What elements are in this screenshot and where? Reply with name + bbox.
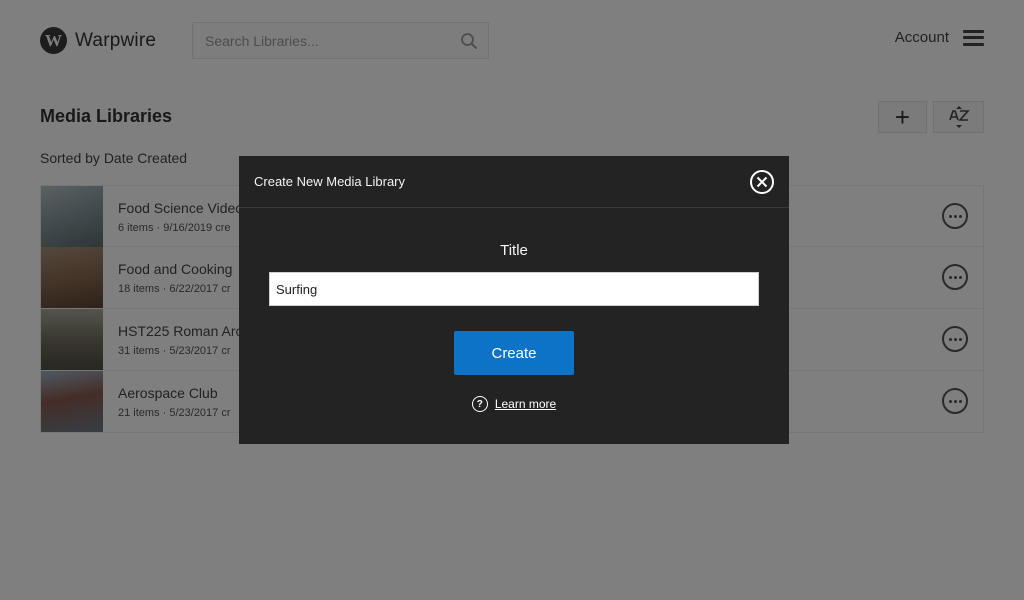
dialog-title: Create New Media Library [254, 174, 406, 189]
title-field-label: Title [500, 242, 528, 259]
learn-more-link-group: ? Learn more [239, 396, 789, 412]
dialog-header: Create New Media Library [239, 156, 789, 208]
create-button[interactable]: Create [454, 331, 574, 375]
create-library-dialog: Create New Media Library Title Create ? … [239, 156, 789, 444]
close-icon [756, 176, 768, 188]
help-icon[interactable]: ? [471, 396, 488, 412]
learn-more-link[interactable]: Learn more [495, 397, 556, 411]
title-input[interactable] [269, 272, 759, 306]
close-dialog-button[interactable] [750, 170, 774, 194]
